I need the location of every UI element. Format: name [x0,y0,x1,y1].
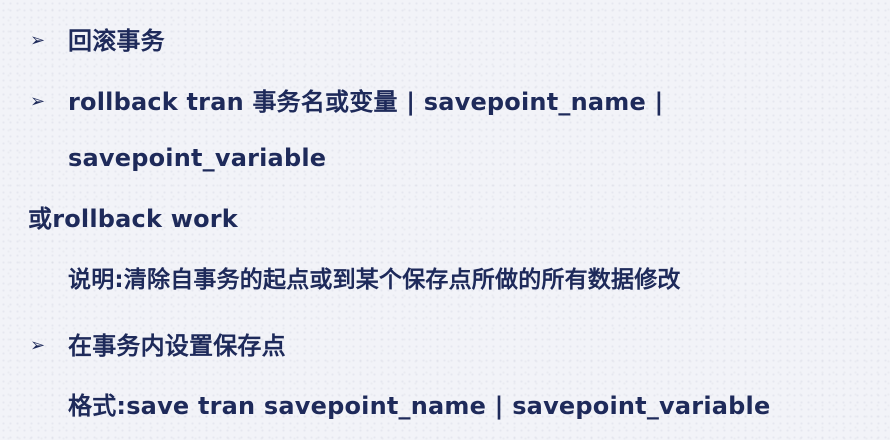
rollback-work-line: 或rollback work [28,205,238,233]
rollback-description: 说明:清除自事务的起点或到某个保存点所做的所有数据修改 [68,267,681,293]
bullet-arrow-icon: ➢ [30,335,46,356]
rollback-syntax-line: rollback tran 事务名或变量 | savepoint_name | [68,88,664,116]
heading-rollback-transaction: 回滚事务 [68,27,165,55]
slide: ➢ 回滚事务 ➢ rollback tran 事务名或变量 | savepoin… [0,0,890,440]
bullet-arrow-icon: ➢ [30,30,46,51]
heading-set-savepoint: 在事务内设置保存点 [68,332,286,360]
savepoint-format-line: 格式:save tran savepoint_name | savepoint_… [68,392,771,420]
rollback-syntax-continuation: savepoint_variable [68,144,327,172]
bullet-arrow-icon: ➢ [30,91,46,112]
